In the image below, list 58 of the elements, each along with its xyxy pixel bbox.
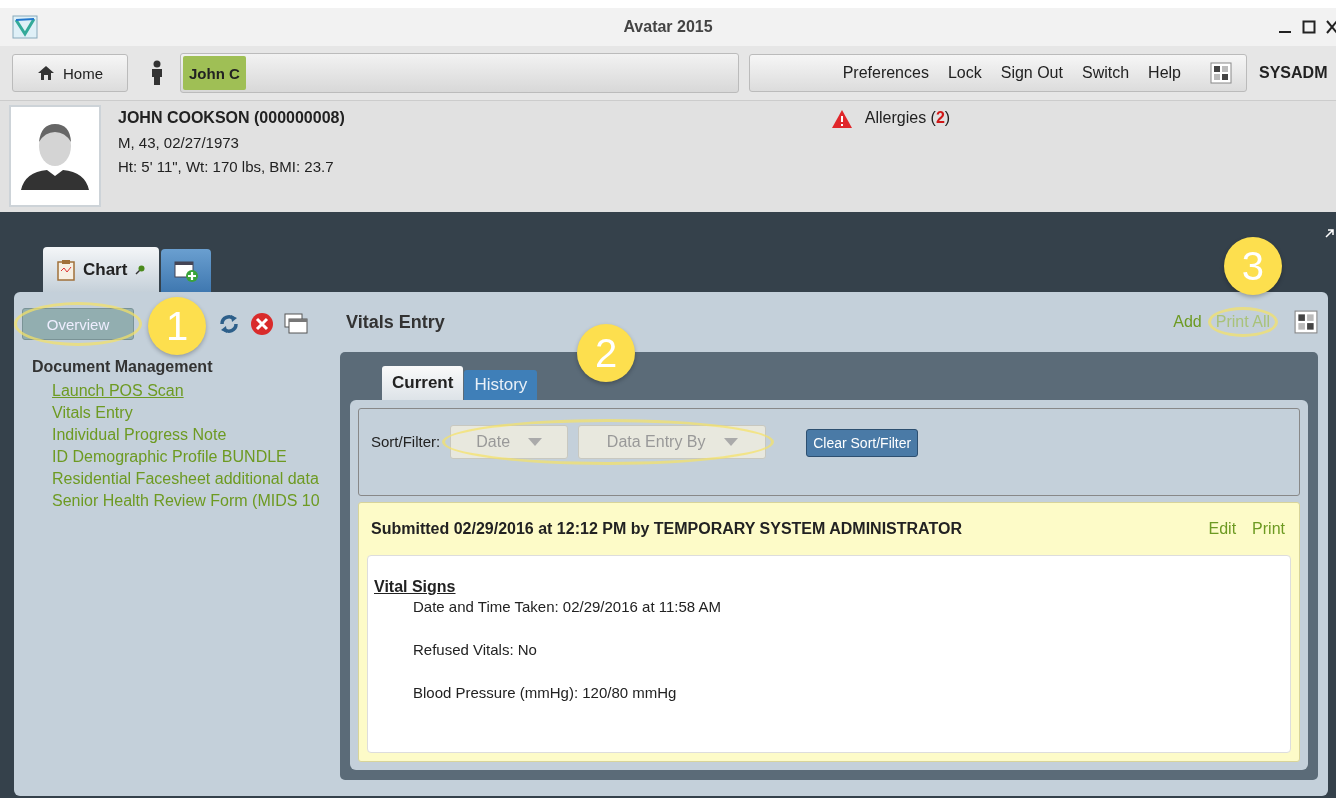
entry-header: Submitted 02/29/2016 at 12:12 PM by TEMPORARY SYSTEM ADMINISTRATOR bbox=[371, 520, 962, 538]
menu-link[interactable]: Help bbox=[1148, 64, 1181, 82]
chart-tab[interactable]: Chart bbox=[43, 247, 160, 292]
action-link[interactable]: Add bbox=[1173, 313, 1202, 331]
add-window-icon bbox=[173, 258, 200, 283]
entry-action-link[interactable]: Edit bbox=[1208, 520, 1237, 538]
sort-dropdown[interactable]: Data Entry By bbox=[578, 425, 767, 459]
clipboard-icon bbox=[57, 258, 75, 281]
pin-icon bbox=[135, 264, 146, 275]
caret-icon bbox=[528, 438, 543, 446]
page-title: Vitals Entry bbox=[346, 311, 445, 333]
document-link[interactable]: Senior Health Review Form (MIDS 10 bbox=[52, 490, 340, 512]
user-name: SYSADM bbox=[1259, 64, 1328, 82]
windows-icon[interactable] bbox=[284, 313, 308, 335]
view-tab[interactable]: History bbox=[464, 370, 538, 400]
layout-icon[interactable] bbox=[1294, 310, 1318, 334]
document-link[interactable]: Launch POS Scan bbox=[52, 380, 340, 402]
close-circle-icon[interactable] bbox=[250, 312, 274, 336]
overview-button[interactable]: Overview bbox=[22, 308, 134, 340]
section-title: Vital Signs bbox=[374, 578, 456, 596]
add-tab-button[interactable] bbox=[161, 249, 212, 292]
menu-link[interactable]: Switch bbox=[1081, 64, 1130, 82]
maximize-icon[interactable] bbox=[1302, 20, 1316, 34]
vital-field: Date and Time Taken: 02/29/2016 at 11:58 AM bbox=[413, 596, 1284, 618]
patient-name: JOHN COOKSON (000000008) bbox=[118, 109, 345, 127]
document-link[interactable]: Vitals Entry bbox=[52, 402, 340, 424]
patient-measurements: Ht: 5' 11", Wt: 170 lbs, BMI: 23.7 bbox=[118, 158, 335, 175]
document-link[interactable]: ID Demographic Profile BUNDLE bbox=[52, 446, 340, 468]
document-link[interactable]: Residential Facesheet additional data bbox=[52, 468, 340, 490]
vital-field: Refused Vitals: No bbox=[413, 639, 1284, 661]
patient-tab[interactable]: John C bbox=[183, 56, 246, 90]
callout-badge: 2 bbox=[577, 324, 635, 382]
close-icon[interactable] bbox=[1326, 20, 1336, 34]
home-icon bbox=[37, 65, 55, 81]
menu-link[interactable]: Sign Out bbox=[1000, 64, 1063, 82]
window-title: Avatar 2015 bbox=[623, 18, 713, 36]
callout-badge: 3 bbox=[1223, 237, 1282, 295]
allergies-link[interactable]: Allergies (2) bbox=[864, 109, 951, 127]
section-heading: Document Management bbox=[32, 358, 214, 376]
clear-filter-button[interactable]: Clear Sort/Filter bbox=[806, 429, 919, 457]
menu-link[interactable]: Preferences bbox=[842, 64, 929, 82]
home-button[interactable]: Home bbox=[12, 54, 128, 92]
menu-link[interactable]: Lock bbox=[947, 64, 982, 82]
view-tab[interactable]: Current bbox=[382, 366, 464, 400]
entry-action-link[interactable]: Print bbox=[1252, 520, 1285, 538]
person-icon bbox=[150, 60, 164, 86]
layout-icon[interactable] bbox=[1210, 62, 1232, 84]
expand-arrow-icon[interactable] bbox=[1325, 228, 1335, 238]
warning-icon bbox=[830, 109, 853, 129]
sort-dropdown[interactable]: Date bbox=[450, 425, 569, 459]
app-logo-icon bbox=[12, 15, 38, 39]
filter-label: Sort/Filter: bbox=[371, 432, 441, 452]
callout-badge: 1 bbox=[148, 297, 206, 355]
document-link[interactable]: Individual Progress Note bbox=[52, 424, 340, 446]
vital-field: Blood Pressure (mmHg): 120/80 mmHg bbox=[413, 682, 1284, 704]
caret-icon bbox=[723, 438, 738, 446]
refresh-icon[interactable] bbox=[218, 313, 240, 335]
patient-demographics: M, 43, 02/27/1973 bbox=[118, 134, 240, 151]
